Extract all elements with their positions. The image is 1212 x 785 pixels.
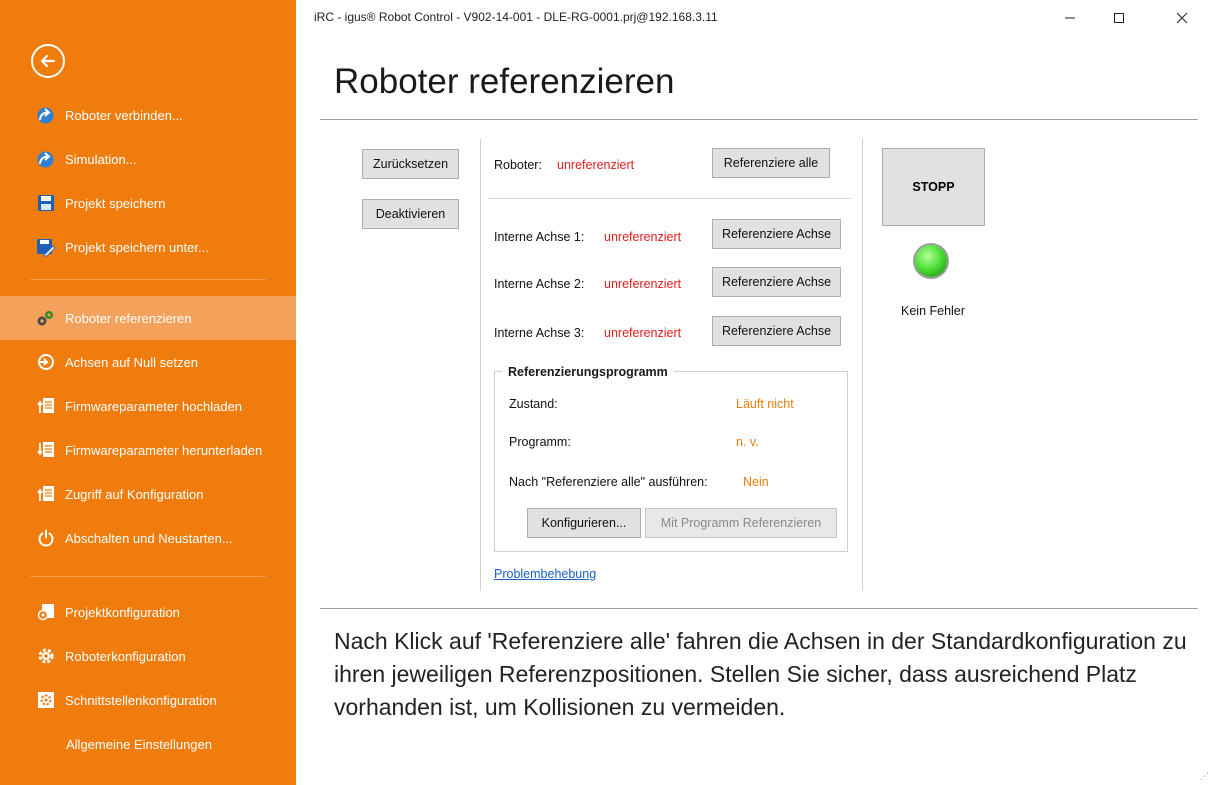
referencing-program-title: Referenzierungsprogramm <box>502 365 674 379</box>
column-divider <box>862 139 863 591</box>
status-led <box>915 245 947 277</box>
robot-divider <box>489 198 851 199</box>
sidebar-item-projektkonfiguration[interactable]: Projektkonfiguration <box>0 590 296 634</box>
run-after-label: Nach "Referenziere alle" ausführen: <box>509 475 708 489</box>
robot-status: unreferenziert <box>557 158 635 172</box>
sidebar-item-projekt-speichern[interactable]: Projekt speichern <box>0 181 296 225</box>
robot-label: Roboter: <box>494 158 542 172</box>
window-title: iRC - igus® Robot Control - V902-14-001 … <box>314 10 718 24</box>
program-state-value: Läuft nicht <box>736 397 794 411</box>
close-button[interactable] <box>1162 4 1202 32</box>
sidebar-item-firmware-herunterladen[interactable]: Firmwareparameter herunterladen <box>0 428 296 472</box>
sidebar-item-schnittstellenkonfiguration[interactable]: Schnittstellenkonfiguration <box>0 678 296 722</box>
program-name-label: Programm: <box>509 435 571 449</box>
sidebar-item-allgemeine-einstellungen[interactable]: Allgemeine Einstellungen <box>0 722 296 766</box>
sidebar-item-label: Roboter referenzieren <box>65 310 192 326</box>
reference-axis-2-button[interactable]: Referenziere Achse <box>712 267 841 297</box>
floppy-disk-icon <box>36 194 55 213</box>
sidebar-item-roboter-referenzieren[interactable]: Roboter referenzieren <box>0 296 296 340</box>
sidebar-item-label: Abschalten und Neustarten... <box>65 530 233 546</box>
back-arrow-icon <box>40 54 56 68</box>
reference-axis-1-button[interactable]: Referenziere Achse <box>712 219 841 249</box>
sidebar-item-label: Achsen auf Null setzen <box>65 354 198 370</box>
interface-config-icon <box>36 691 55 710</box>
download-document-icon <box>36 441 55 460</box>
sidebar-item-label: Zugriff auf Konfiguration <box>65 486 204 502</box>
sidebar-item-label: Firmwareparameter hochladen <box>65 398 243 414</box>
deactivate-button[interactable]: Deaktivieren <box>362 199 459 229</box>
gears-icon <box>36 309 55 328</box>
document-access-icon <box>36 485 55 504</box>
zero-axis-icon <box>36 353 55 372</box>
axis-2-status: unreferenziert <box>604 277 682 291</box>
minimize-icon <box>1065 17 1075 19</box>
sidebar-item-achsen-auf-null[interactable]: Achsen auf Null setzen <box>0 340 296 384</box>
connect-arrow-icon <box>36 106 55 125</box>
project-config-icon <box>36 603 55 622</box>
maximize-icon <box>1114 13 1124 23</box>
sidebar-separator <box>30 576 266 577</box>
reset-button[interactable]: Zurücksetzen <box>362 149 459 179</box>
sidebar-item-label: Firmwareparameter herunterladen <box>65 442 263 458</box>
title-bar: iRC - igus® Robot Control - V902-14-001 … <box>296 0 1212 34</box>
sidebar-item-label: Projekt speichern <box>65 195 166 211</box>
title-divider <box>320 119 1198 120</box>
upload-document-icon <box>36 397 55 416</box>
minimize-button[interactable] <box>1050 4 1090 32</box>
sidebar-item-abschalten-neustarten[interactable]: Abschalten und Neustarten... <box>0 516 296 560</box>
sidebar-item-label: Allgemeine Einstellungen <box>66 736 212 752</box>
sidebar-item-label: Roboter verbinden... <box>65 107 183 123</box>
axis-1-label: Interne Achse 1: <box>494 230 585 244</box>
sidebar-item-simulation[interactable]: Simulation... <box>0 137 296 181</box>
sidebar-item-label: Simulation... <box>65 151 137 167</box>
stop-button[interactable]: STOPP <box>882 148 985 226</box>
gear-icon <box>36 647 55 666</box>
info-divider <box>320 608 1198 609</box>
sidebar-item-projekt-speichern-unter[interactable]: Projekt speichern unter... <box>0 225 296 269</box>
sidebar-item-label: Roboterkonfiguration <box>65 648 186 664</box>
connect-arrow-icon <box>36 150 55 169</box>
sidebar-item-firmware-hochladen[interactable]: Firmwareparameter hochladen <box>0 384 296 428</box>
column-divider <box>480 139 481 591</box>
page-title: Roboter referenzieren <box>334 62 675 101</box>
maximize-button[interactable] <box>1099 4 1139 32</box>
sidebar-item-label: Projektkonfiguration <box>65 604 180 620</box>
axis-2-label: Interne Achse 2: <box>494 277 585 291</box>
back-button[interactable] <box>31 44 65 78</box>
sidebar-item-label: Schnittstellenkonfiguration <box>65 692 217 708</box>
sidebar: Roboter verbinden... Simulation... Proje… <box>0 0 296 785</box>
reference-axis-3-button[interactable]: Referenziere Achse <box>712 316 841 346</box>
sidebar-item-roboterkonfiguration[interactable]: Roboterkonfiguration <box>0 634 296 678</box>
axis-1-status: unreferenziert <box>604 230 682 244</box>
run-after-value: Nein <box>743 475 769 489</box>
program-reference-button[interactable]: Mit Programm Referenzieren <box>645 508 837 538</box>
sidebar-item-zugriff-konfiguration[interactable]: Zugriff auf Konfiguration <box>0 472 296 516</box>
sidebar-item-roboter-verbinden[interactable]: Roboter verbinden... <box>0 93 296 137</box>
sidebar-separator <box>30 279 266 280</box>
reference-all-button[interactable]: Referenziere alle <box>712 148 830 178</box>
info-text: Nach Klick auf 'Referenziere alle' fahre… <box>334 628 1187 720</box>
sidebar-item-label: Projekt speichern unter... <box>65 239 209 255</box>
power-icon <box>36 529 55 548</box>
error-status: Kein Fehler <box>901 304 965 318</box>
axis-3-label: Interne Achse 3: <box>494 326 585 340</box>
troubleshooting-link[interactable]: Problembehebung <box>494 567 596 581</box>
save-as-icon <box>36 238 55 257</box>
resize-grip-icon[interactable]: ⋰ <box>1200 771 1209 782</box>
program-name-value: n. v. <box>736 435 759 449</box>
configure-button[interactable]: Konfigurieren... <box>527 508 641 538</box>
axis-3-status: unreferenziert <box>604 326 682 340</box>
close-icon <box>1176 12 1188 24</box>
program-state-label: Zustand: <box>509 397 558 411</box>
